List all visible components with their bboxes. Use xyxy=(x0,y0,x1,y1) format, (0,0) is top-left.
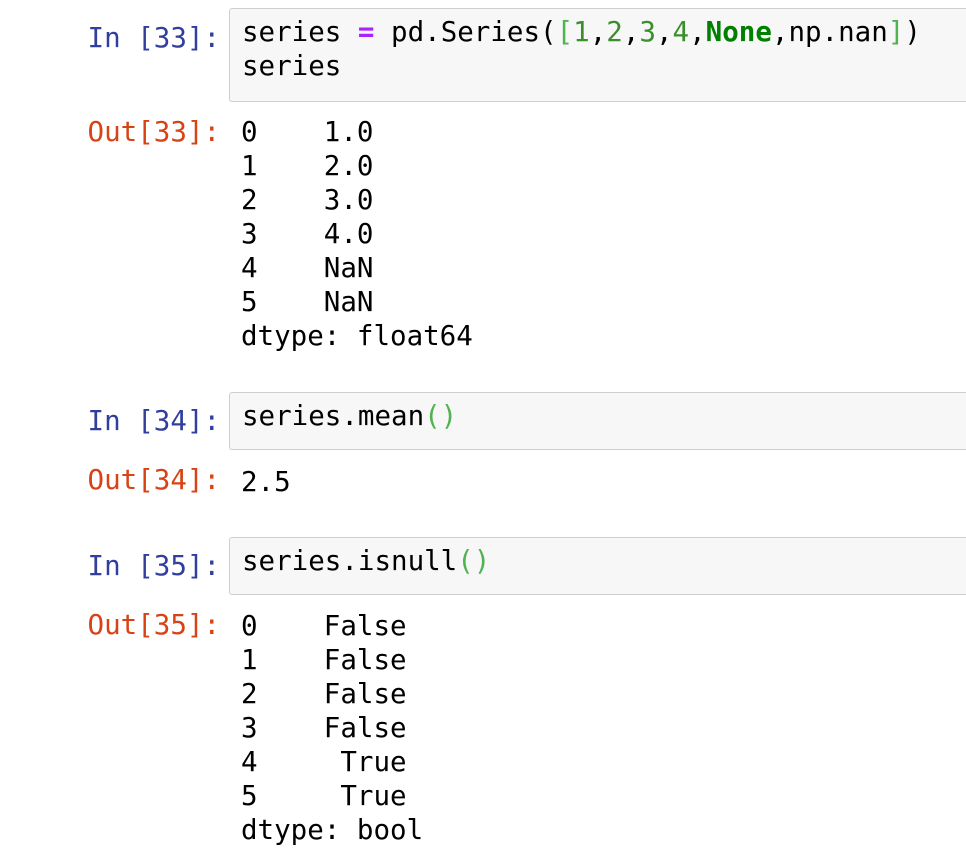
code-token: () xyxy=(457,545,491,577)
code-token: , xyxy=(589,16,607,48)
code-token: series.isnull xyxy=(242,545,458,577)
code-token: = xyxy=(357,16,375,48)
code-token: ,np.nan xyxy=(771,16,888,48)
code-token: series xyxy=(242,16,358,48)
output-line: 5 True xyxy=(241,780,407,812)
code-token: , xyxy=(655,16,673,48)
in-prompt-34: In [34]: xyxy=(87,405,220,437)
output-line: 1 False xyxy=(241,644,407,676)
output-line: 4 NaN xyxy=(241,252,374,284)
code-line: series.isnull() xyxy=(242,544,954,578)
code-token: 2 xyxy=(606,16,623,48)
output-line: 3 False xyxy=(241,712,407,744)
code-token: 1 xyxy=(573,16,590,48)
code-token: ) xyxy=(904,16,921,48)
code-token: pd.Series( xyxy=(374,16,557,48)
output-line: 2.5 xyxy=(241,466,291,498)
output-line: 4 True xyxy=(241,746,407,778)
code-token: 3 xyxy=(639,16,656,48)
out-prompt-33: Out[33]: xyxy=(87,116,220,148)
output-line: 0 False xyxy=(241,610,407,642)
in-prompt-33: In [33]: xyxy=(87,22,220,54)
output-area-33: 0 1.0 1 2.0 2 3.0 3 4.0 4 NaN 5 NaN dtyp… xyxy=(241,115,473,353)
code-token: [ xyxy=(556,16,574,48)
code-line: series xyxy=(242,50,342,82)
output-area-35: 0 False 1 False 2 False 3 False 4 True 5… xyxy=(241,609,423,847)
code-input-35[interactable]: series.isnull() xyxy=(229,537,966,595)
code-input-34[interactable]: series.mean() xyxy=(229,392,966,450)
code-line: series = pd.Series([1,2,3,4,None,np.nan]… xyxy=(242,15,954,49)
code-token: , xyxy=(689,16,706,48)
output-line: 0 1.0 xyxy=(241,116,374,148)
code-input-33[interactable]: series = pd.Series([1,2,3,4,None,np.nan]… xyxy=(229,8,966,102)
output-line: 2 3.0 xyxy=(241,184,374,216)
out-prompt-34: Out[34]: xyxy=(87,464,220,496)
code-token: 4 xyxy=(672,16,690,48)
code-token: , xyxy=(622,16,640,48)
code-token: () xyxy=(424,400,458,432)
code-token: None xyxy=(705,16,772,48)
code-token: series.mean xyxy=(242,400,425,432)
output-line: dtype: float64 xyxy=(241,320,473,352)
output-area-34: 2.5 xyxy=(241,465,291,499)
output-line: 3 4.0 xyxy=(241,218,374,250)
out-prompt-35: Out[35]: xyxy=(87,609,220,641)
output-line: 5 NaN xyxy=(241,286,374,318)
output-line: 2 False xyxy=(241,678,407,710)
in-prompt-35: In [35]: xyxy=(87,550,220,582)
output-line: dtype: bool xyxy=(241,814,424,846)
output-line: 1 2.0 xyxy=(241,150,374,182)
code-line: series.mean() xyxy=(242,399,954,433)
code-token: ] xyxy=(887,16,905,48)
